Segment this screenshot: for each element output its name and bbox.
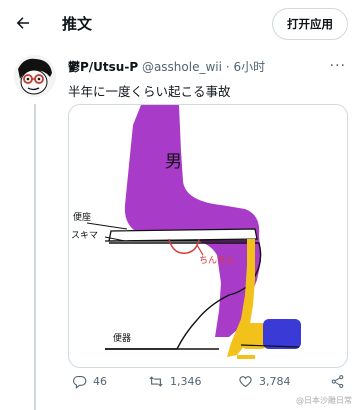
user-handle[interactable]: @asshole_wii <box>142 60 222 74</box>
tweet-header: 鬱P/Utsu-P @asshole_wii · 6小时 <box>68 58 265 75</box>
retweet-icon <box>149 376 163 387</box>
toilet-diagram: 男 便座 スキマ ちんちん 便器 <box>71 105 301 359</box>
reply-icon <box>73 375 87 389</box>
right-shoe-shape <box>263 319 301 349</box>
tweet-actions: 46 1,346 3,784 <box>68 374 348 396</box>
more-options-icon[interactable]: ··· <box>330 58 346 74</box>
avatar-face-icon <box>14 55 56 97</box>
thread-line <box>34 104 36 410</box>
label-seat: 便座 <box>73 211 91 222</box>
watermark: @日本沙雕日常 <box>296 395 352 406</box>
label-chinchin: ちんちん <box>199 255 235 265</box>
label-man: 男 <box>165 152 182 171</box>
page-title: 推文 <box>62 15 93 33</box>
display-name[interactable]: 鬱P/Utsu-P <box>68 60 138 74</box>
tweet-text: 半年に一度くらい起こる事故 <box>68 84 231 99</box>
retweet-button[interactable]: 1,346 <box>148 374 202 389</box>
seat-shape <box>108 228 258 242</box>
share-button[interactable] <box>330 374 351 389</box>
tweet-media-image[interactable]: 男 便座 スキマ ちんちん 便器 <box>68 104 348 368</box>
tweet-time[interactable]: 6小时 <box>233 60 265 74</box>
reply-button[interactable]: 46 <box>72 374 107 389</box>
reply-count: 46 <box>93 375 107 388</box>
top-bar: 推文 打开应用 <box>0 0 360 46</box>
avatar[interactable] <box>14 55 56 97</box>
watermark-text: @日本沙雕日常 <box>296 396 352 405</box>
body-shape <box>124 105 261 337</box>
retweet-count: 1,346 <box>170 375 202 388</box>
open-app-button[interactable]: 打开应用 <box>272 8 348 40</box>
like-button[interactable]: 3,784 <box>238 374 291 389</box>
share-icon <box>331 375 344 388</box>
back-arrow-icon <box>16 17 29 29</box>
separator-dot: · <box>225 60 230 74</box>
like-count: 3,784 <box>259 375 291 388</box>
label-toilet: 便器 <box>113 332 131 343</box>
heart-icon <box>239 376 252 388</box>
label-gap: スキマ <box>71 230 98 240</box>
back-button[interactable] <box>10 10 36 36</box>
